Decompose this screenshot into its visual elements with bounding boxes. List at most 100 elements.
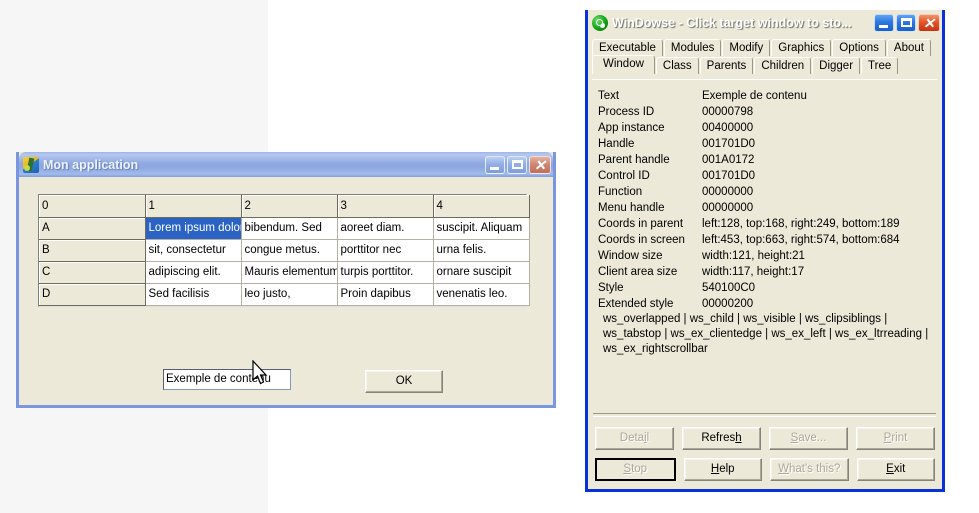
- property-row-process-id: Process ID 00000798: [598, 104, 937, 120]
- tab-about[interactable]: About: [886, 39, 931, 56]
- grid-cell[interactable]: bibendum. Sed: [241, 217, 338, 240]
- whats-this-button[interactable]: What's this?: [770, 458, 849, 481]
- button-label: What's this?: [778, 463, 841, 475]
- grid-col-header[interactable]: 0: [39, 195, 146, 218]
- button-label: Stop: [623, 463, 648, 475]
- tab-modify[interactable]: Modify: [722, 39, 771, 56]
- button-row-bottom: Stop Help What's this? Exit: [595, 458, 935, 481]
- maximize-icon[interactable]: [896, 13, 916, 32]
- grid-row-header[interactable]: A: [39, 217, 146, 240]
- property-label: Parent handle: [598, 154, 670, 166]
- exit-button[interactable]: Exit: [856, 458, 935, 481]
- grid-row-header[interactable]: D: [39, 283, 146, 306]
- tab-parents[interactable]: Parents: [699, 57, 754, 74]
- mon-application-window[interactable]: Mon application ✕ 0 1 2 3 4 A Lorem ipsu…: [16, 152, 556, 408]
- property-row-coords-in-screen: Coords in screen left:453, top:663, righ…: [598, 232, 937, 248]
- monapp-window-buttons: ✕: [485, 155, 551, 174]
- grid-cell[interactable]: congue metus.: [241, 239, 338, 262]
- minimize-icon[interactable]: [874, 13, 894, 32]
- tab-digger[interactable]: Digger: [812, 57, 861, 74]
- property-value: 00000200: [702, 298, 754, 310]
- grid-table: 0 1 2 3 4 A Lorem ipsum dolor bibendum. …: [39, 195, 530, 306]
- monapp-client-area: 0 1 2 3 4 A Lorem ipsum dolor bibendum. …: [19, 177, 553, 405]
- windowse-titlebar[interactable]: WinDowse - Click target window to sto...…: [588, 10, 942, 35]
- minimize-icon[interactable]: [485, 155, 505, 174]
- tab-modules[interactable]: Modules: [663, 39, 722, 56]
- grid-cell[interactable]: Sed facilisis: [145, 283, 242, 306]
- property-row-text: Text Exemple de contenu: [598, 88, 937, 104]
- property-row-window-size: Window size width:121, height:21: [598, 248, 937, 264]
- window-tab-panel: Text Exemple de contenu Process ID 00000…: [592, 79, 937, 411]
- close-icon[interactable]: ✕: [529, 155, 551, 174]
- property-label: Coords in parent: [598, 218, 684, 230]
- windowse-title: WinDowse - Click target window to sto...: [612, 15, 852, 30]
- data-grid[interactable]: 0 1 2 3 4 A Lorem ipsum dolor bibendum. …: [38, 194, 530, 307]
- grid-cell[interactable]: porttitor nec: [337, 239, 434, 262]
- tab-window[interactable]: Window: [592, 55, 655, 74]
- grid-col-header[interactable]: 2: [241, 195, 338, 218]
- button-label: Refresh: [701, 432, 742, 444]
- close-icon[interactable]: ✕: [918, 13, 940, 32]
- property-row-parent-handle: Parent handle 001A0172: [598, 152, 937, 168]
- grid-cell[interactable]: leo justo,: [241, 283, 338, 306]
- grid-cell[interactable]: ornare suscipit: [433, 261, 530, 284]
- ok-button[interactable]: OK: [365, 370, 443, 393]
- grid-cell[interactable]: suscipit. Aliquam: [433, 217, 530, 240]
- maximize-icon[interactable]: [507, 155, 527, 174]
- windowse-client-area: Executable Modules Modify Graphics Optio…: [588, 35, 942, 489]
- property-row-handle: Handle 001701D0: [598, 136, 937, 152]
- button-label: Help: [710, 463, 735, 475]
- button-label: Save...: [790, 432, 827, 444]
- monapp-titlebar[interactable]: Mon application ✕: [19, 152, 553, 177]
- content-text-input[interactable]: Exemple de contenu: [163, 369, 291, 390]
- grid-cell[interactable]: sit, consectetur: [145, 239, 242, 262]
- stop-button[interactable]: Stop: [595, 458, 676, 481]
- property-row-client-area-size: Client area size width:117, height:17: [598, 264, 937, 280]
- grid-header-row: 0 1 2 3 4: [39, 195, 530, 218]
- grid-cell[interactable]: turpis porttitor.: [337, 261, 434, 284]
- property-row-control-id: Control ID 001701D0: [598, 168, 937, 184]
- property-value: 001701D0: [702, 138, 756, 150]
- key-circle-icon: [592, 14, 608, 31]
- grid-cell[interactable]: adipiscing elit.: [145, 261, 242, 284]
- grid-row-header[interactable]: C: [39, 261, 146, 284]
- grid-cell[interactable]: venenatis leo.: [433, 283, 530, 306]
- button-row-top: Detail Refresh Save... Print: [595, 427, 935, 450]
- help-button[interactable]: Help: [683, 458, 762, 481]
- detail-button[interactable]: Detail: [595, 427, 674, 450]
- tab-options[interactable]: Options: [832, 39, 886, 56]
- property-label: Extended style: [598, 298, 674, 310]
- grid-cell[interactable]: Lorem ipsum dolor: [145, 217, 242, 240]
- button-label: Print: [883, 432, 908, 444]
- property-value: left:453, top:663, right:574, bottom:684: [702, 234, 900, 246]
- table-row: D Sed facilisis leo justo, Proin dapibus…: [39, 283, 530, 306]
- grid-cell[interactable]: urna felis.: [433, 239, 530, 262]
- grid-cell[interactable]: aoreet diam.: [337, 217, 434, 240]
- grid-cell[interactable]: Proin dapibus: [337, 283, 434, 306]
- property-list: Text Exemple de contenu Process ID 00000…: [592, 80, 937, 357]
- tab-tree[interactable]: Tree: [861, 57, 899, 74]
- style-flags-line: ws_ex_rightscrollbar: [603, 343, 708, 355]
- property-value: width:117, height:17: [702, 266, 805, 278]
- tab-row-top: Executable Modules Modify Graphics Optio…: [592, 38, 942, 56]
- windowse-window[interactable]: WinDowse - Click target window to sto...…: [585, 10, 945, 492]
- property-label: Window size: [598, 250, 663, 262]
- property-label: Client area size: [598, 266, 678, 278]
- refresh-button[interactable]: Refresh: [682, 427, 761, 450]
- save-button[interactable]: Save...: [769, 427, 848, 450]
- property-value: width:121, height:21: [702, 250, 805, 262]
- property-label: Coords in screen: [598, 234, 685, 246]
- grid-cell[interactable]: Mauris elementum: [241, 261, 338, 284]
- tab-class[interactable]: Class: [655, 57, 699, 74]
- tab-graphics[interactable]: Graphics: [771, 39, 832, 56]
- property-value: left:128, top:168, right:249, bottom:189: [702, 218, 900, 230]
- tab-children[interactable]: Children: [754, 57, 812, 74]
- print-button[interactable]: Print: [856, 427, 935, 450]
- property-row-app-instance: App instance 00400000: [598, 120, 937, 136]
- grid-col-header[interactable]: 4: [433, 195, 530, 218]
- grid-row-header[interactable]: B: [39, 239, 146, 262]
- grid-col-header[interactable]: 3: [337, 195, 434, 218]
- tab-executable[interactable]: Executable: [592, 39, 663, 56]
- grid-col-header[interactable]: 1: [145, 195, 242, 218]
- property-label: Style: [598, 282, 624, 294]
